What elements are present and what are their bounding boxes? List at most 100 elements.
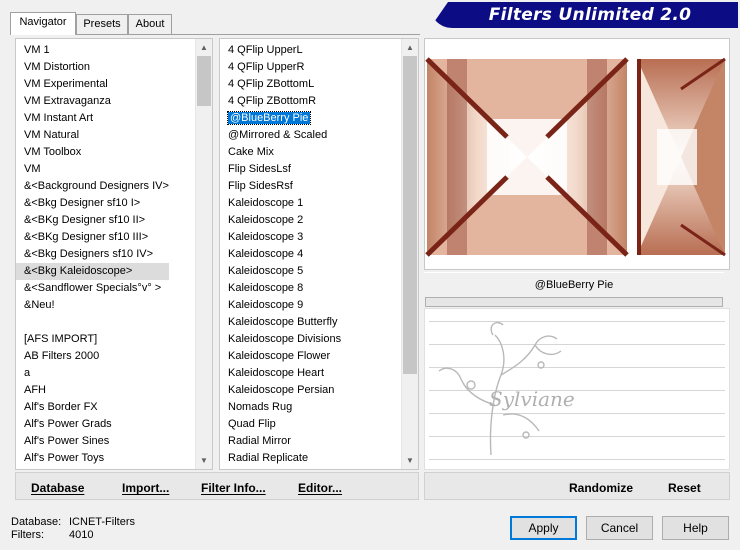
scroll-down-icon[interactable]: ▼ bbox=[402, 452, 418, 469]
filter-item-label: 4 QFlip ZBottomR bbox=[228, 95, 317, 107]
database-value: ICNET-Filters bbox=[69, 516, 135, 528]
apply-button[interactable]: Apply bbox=[510, 516, 577, 540]
category-item[interactable]: Alf's Light bbox=[16, 467, 169, 469]
filter-item[interactable]: 4 QFlip UpperL bbox=[220, 42, 341, 59]
progress-bar bbox=[425, 297, 723, 307]
filter-item[interactable]: Cake Mix bbox=[220, 144, 341, 161]
filter-item[interactable]: Kaleidoscope Flower bbox=[220, 348, 341, 365]
category-item-label: VM Toolbox bbox=[24, 146, 82, 158]
filter-item-label: Quad Flip bbox=[228, 418, 276, 430]
filter-item[interactable]: Flip SidesRsf bbox=[220, 178, 341, 195]
filter-item[interactable]: Kaleidoscope 4 bbox=[220, 246, 341, 263]
randomize-button[interactable]: Randomize bbox=[569, 481, 633, 495]
database-button[interactable]: Database bbox=[31, 481, 84, 495]
category-item[interactable]: AFH bbox=[16, 382, 169, 399]
tab-navigator[interactable]: Navigator bbox=[10, 12, 76, 35]
category-item[interactable]: &<Bkg Kaleidoscope> bbox=[16, 263, 169, 280]
category-item[interactable]: Alf's Power Toys bbox=[16, 450, 169, 467]
filter-item[interactable]: Kaleidoscope 5 bbox=[220, 263, 341, 280]
filter-item[interactable]: Quad Flip bbox=[220, 416, 341, 433]
category-item-label: VM Distortion bbox=[24, 61, 91, 73]
category-item[interactable]: a bbox=[16, 365, 169, 382]
category-item-label: &<Background Designers IV> bbox=[24, 180, 169, 192]
category-item[interactable]: &<Bkg Designer sf10 I> bbox=[16, 195, 169, 212]
category-item[interactable]: [AFS IMPORT] bbox=[16, 331, 169, 348]
filter-item[interactable]: 4 QFlip ZBottomL bbox=[220, 76, 341, 93]
scroll-up-icon[interactable]: ▲ bbox=[196, 39, 212, 56]
filter-list-items: 4 QFlip UpperL 4 QFlip UpperR 4 QFlip ZBot… bbox=[220, 42, 341, 469]
database-label: Database: bbox=[11, 516, 62, 528]
editor-button[interactable]: Editor... bbox=[298, 481, 342, 495]
filter-item[interactable]: @BlueBerry Pie bbox=[220, 110, 341, 127]
filter-item[interactable]: Kaleidoscope 9 bbox=[220, 297, 341, 314]
tab-presets[interactable]: Presets bbox=[76, 14, 128, 34]
category-item[interactable]: &<Bkg Designers sf10 IV> bbox=[16, 246, 169, 263]
cancel-button[interactable]: Cancel bbox=[586, 516, 653, 540]
scroll-down-icon[interactable]: ▼ bbox=[196, 452, 212, 469]
parameters-panel: Sylviane bbox=[424, 308, 730, 470]
category-item[interactable]: &<BKg Designer sf10 III> bbox=[16, 229, 169, 246]
filter-list[interactable]: 4 QFlip UpperL 4 QFlip UpperR 4 QFlip ZBot… bbox=[219, 38, 419, 470]
filter-item[interactable]: Kaleidoscope Heart bbox=[220, 365, 341, 382]
scroll-up-icon[interactable]: ▲ bbox=[402, 39, 418, 56]
filter-item[interactable]: Kaleidoscope 2 bbox=[220, 212, 341, 229]
filter-item[interactable]: 4 QFlip UpperR bbox=[220, 59, 341, 76]
filter-item[interactable]: Nomads Rug bbox=[220, 399, 341, 416]
filter-item-label: Flip SidesRsf bbox=[228, 180, 293, 192]
category-item-label: VM Extravaganza bbox=[24, 95, 111, 107]
category-item-label: &<Bkg Designers sf10 IV> bbox=[24, 248, 154, 260]
category-list-items: VM 1 VM Distortion VM Experimental VM Extra… bbox=[16, 42, 169, 469]
filter-item[interactable]: @Mirrored & Scaled bbox=[220, 127, 341, 144]
filter-item-label: Kaleidoscope Heart bbox=[228, 367, 325, 379]
filter-item-label: Cake Mix bbox=[228, 146, 274, 158]
filter-info-button[interactable]: Filter Info... bbox=[201, 481, 266, 495]
filter-item[interactable]: Kaleidoscope Butterfly bbox=[220, 314, 341, 331]
filter-item-label: 4 QFlip UpperR bbox=[228, 61, 305, 73]
tab-about[interactable]: About bbox=[128, 14, 172, 34]
filter-scroll-thumb[interactable] bbox=[403, 56, 417, 374]
category-item[interactable]: &<Background Designers IV> bbox=[16, 178, 169, 195]
category-item[interactable]: VM Natural bbox=[16, 127, 169, 144]
category-item[interactable] bbox=[16, 314, 169, 331]
category-item[interactable]: Alf's Power Grads bbox=[16, 416, 169, 433]
filter-item[interactable]: 4 QFlip ZBottomR bbox=[220, 93, 341, 110]
filter-item[interactable]: Kaleidoscope Persian bbox=[220, 382, 341, 399]
category-item[interactable]: VM Toolbox bbox=[16, 144, 169, 161]
category-list[interactable]: VM 1 VM Distortion VM Experimental VM Extra… bbox=[15, 38, 213, 470]
filter-item[interactable]: Flip SidesLsf bbox=[220, 161, 341, 178]
category-item-label: &<Bkg Designer sf10 I> bbox=[24, 197, 141, 209]
category-item[interactable]: AB Filters 2000 bbox=[16, 348, 169, 365]
filter-item[interactable]: Kaleidoscope 1 bbox=[220, 195, 341, 212]
category-item[interactable]: VM bbox=[16, 161, 169, 178]
filter-scrollbar[interactable]: ▲ ▼ bbox=[401, 39, 418, 469]
category-item[interactable]: VM 1 bbox=[16, 42, 169, 59]
selected-filter-name: @BlueBerry Pie bbox=[424, 272, 724, 296]
category-scrollbar[interactable]: ▲ ▼ bbox=[195, 39, 212, 469]
category-item[interactable]: Alf's Border FX bbox=[16, 399, 169, 416]
filter-item[interactable]: Kaleidoscope Divisions bbox=[220, 331, 341, 348]
category-item[interactable]: &<BKg Designer sf10 II> bbox=[16, 212, 169, 229]
filters-label: Filters: bbox=[11, 529, 44, 541]
filter-item[interactable]: Kaleidoscope 8 bbox=[220, 280, 341, 297]
category-item[interactable]: &Neu! bbox=[16, 297, 169, 314]
category-item[interactable]: VM Extravaganza bbox=[16, 93, 169, 110]
filter-item-label: Kaleidoscope 8 bbox=[228, 282, 304, 294]
preview-panel bbox=[424, 38, 730, 270]
filter-item[interactable]: Kaleidoscope 3 bbox=[220, 229, 341, 246]
import-button[interactable]: Import... bbox=[122, 481, 169, 495]
category-item[interactable]: VM Instant Art bbox=[16, 110, 169, 127]
filter-item[interactable]: Seamless Blend bbox=[220, 467, 341, 469]
category-item[interactable]: VM Experimental bbox=[16, 76, 169, 93]
filter-item-label: Kaleidoscope 9 bbox=[228, 299, 304, 311]
category-item[interactable]: VM Distortion bbox=[16, 59, 169, 76]
category-scroll-thumb[interactable] bbox=[197, 56, 211, 106]
category-item-label: &Neu! bbox=[24, 299, 55, 311]
filter-item[interactable]: Radial Replicate bbox=[220, 450, 341, 467]
reset-button[interactable]: Reset bbox=[668, 481, 701, 495]
filter-item-label: Kaleidoscope Flower bbox=[228, 350, 331, 362]
filter-item-label: Nomads Rug bbox=[228, 401, 293, 413]
category-item[interactable]: Alf's Power Sines bbox=[16, 433, 169, 450]
help-button[interactable]: Help bbox=[662, 516, 729, 540]
filter-item[interactable]: Radial Mirror bbox=[220, 433, 341, 450]
category-item[interactable]: &<Sandflower Specials°v° > bbox=[16, 280, 169, 297]
